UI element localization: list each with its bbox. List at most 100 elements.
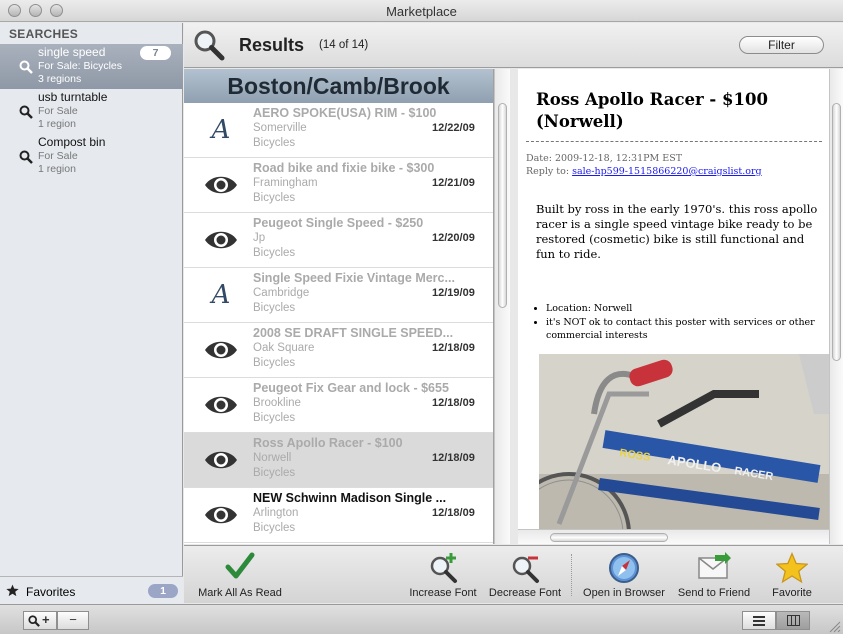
mark-all-read-button[interactable]: Mark All As Read [192,548,288,602]
detail-horizontal-scrollbar[interactable] [518,529,829,544]
result-location: Somerville [253,122,307,134]
result-category: Bicycles [253,412,296,424]
zoom-out-icon [512,556,539,583]
listing-bullets: Location: Norwell it's NOT ok to contact… [546,302,821,343]
search-item-single-speed[interactable]: single speed For Sale: Bicycles 3 region… [0,44,183,89]
add-search-button[interactable]: + [23,611,57,630]
filter-button[interactable]: Filter [739,36,824,54]
bicycle-image: ROSS APOLLO RACER [539,354,830,529]
result-row[interactable]: Road bike and fixie bike - $300 Framingha… [184,158,493,213]
title-bar: Marketplace [0,0,843,22]
searches-heading: SEARCHES [9,27,79,41]
resize-grip-icon[interactable] [829,621,841,633]
remove-search-button[interactable]: − [57,611,89,630]
results-list: Boston/Camb/Brook A AERO SPOKE(USA) RIM -… [184,69,494,544]
result-location: Norwell [253,452,292,464]
eye-icon [205,231,237,249]
eye-icon [205,451,237,469]
checkmark-icon [225,552,255,579]
search-item-compost-bin[interactable]: Compost bin For Sale 1 region [0,134,183,179]
result-row[interactable]: NEW Schwinn Madison Single ... Arlington B… [184,488,493,543]
result-location: Oak Square [253,342,315,354]
results-title: Results [239,35,305,55]
result-row[interactable]: Peugeot Fix Gear and lock - $655 Brooklin… [184,378,493,433]
result-row[interactable]: A AERO SPOKE(USA) RIM - $100 Somerville Bic… [184,103,493,158]
eye-icon [205,176,237,194]
increase-font-label: Increase Font [409,587,477,599]
result-title: Road bike and fixie bike - $300 [253,161,435,175]
result-date: 12/18/09 [432,342,475,354]
result-location: Framingham [253,177,318,189]
search-name: Compost bin [38,135,106,149]
increase-font-button[interactable]: Increase Font [405,548,481,602]
star-icon [776,552,808,584]
result-location: Jp [253,232,266,244]
reply-label: Reply to: [526,166,570,177]
list-scrollbar[interactable] [494,69,510,544]
status-bar: + − [0,604,843,634]
bullet-location: Location: Norwell [546,302,821,315]
result-title: 2008 SE DRAFT SINGLE SPEED... [253,326,454,340]
magnifier-icon [19,105,33,119]
result-date: 12/20/09 [432,232,475,244]
bike-photo: ROSS APOLLO RACER [539,354,830,529]
column-view-button[interactable] [776,611,810,630]
reply-to: Reply to: sale-hp599-1515866220@craigsli… [526,166,762,177]
result-title: AERO SPOKE(USA) RIM - $100 [253,106,437,120]
result-title: Single Speed Fixie Vintage Merc... [253,271,455,285]
result-location: Cambridge [253,287,310,299]
region-header: Boston/Camb/Brook [184,69,493,103]
window-title: Marketplace [386,4,457,19]
result-category: Bicycles [253,522,296,534]
list-view-button[interactable] [742,611,776,630]
column-view-icon [787,615,800,626]
font-icon: A [211,280,231,310]
magnifier-icon [19,150,33,164]
result-row[interactable]: Peugeot Single Speed - $250 Jp Bicycles 12/… [184,213,493,268]
magnifier-icon [28,615,40,627]
result-row[interactable]: A Single Speed Fixie Vintage Merc... Cambr… [184,268,493,323]
result-date: 12/22/09 [432,122,475,134]
listing-title: Ross Apollo Racer - $100 (Norwell) [536,90,768,131]
reply-email-link[interactable]: sale-hp599-1515866220@craigslist.org [572,166,762,177]
send-to-friend-button[interactable]: Send to Friend [672,548,756,602]
decrease-font-button[interactable]: Decrease Font [485,548,565,602]
result-date: 12/21/09 [432,177,475,189]
listing-date: Date: 2009-12-18, 12:31PM EST [526,153,683,164]
detail-vertical-scrollbar[interactable] [829,69,843,544]
result-title: Peugeot Single Speed - $250 [253,216,424,230]
result-location: Arlington [253,507,299,519]
favorites-item[interactable]: Favorites 1 [0,576,183,604]
result-date: 12/18/09 [432,397,475,409]
favorite-button[interactable]: Favorite [762,548,822,602]
search-regions: 1 region [38,163,76,175]
toolbar-separator [571,554,572,596]
search-name: usb turntable [38,90,108,104]
scroll-thumb[interactable] [550,533,668,542]
list-view-icon [753,616,765,626]
result-row[interactable]: Ross Apollo Racer - $100 Norwell Bicycles 1… [184,433,493,488]
send-to-friend-label: Send to Friend [677,587,751,599]
scroll-thumb[interactable] [832,103,841,361]
result-location: Brookline [253,397,301,409]
search-name: single speed [38,45,106,59]
search-item-usb-turntable[interactable]: usb turntable For Sale 1 region [0,89,183,134]
results-count: (14 of 14) [319,39,369,51]
open-in-browser-button[interactable]: Open in Browser [578,548,670,602]
favorites-label: Favorites [26,585,76,599]
search-category: For Sale: Bicycles [38,60,123,72]
result-title: NEW Schwinn Madison Single ... [253,491,447,505]
result-category: Bicycles [253,192,296,204]
result-row[interactable]: 2008 SE DRAFT SINGLE SPEED... Oak Square B… [184,323,493,378]
magnifier-icon [19,60,33,74]
scroll-thumb[interactable] [498,103,507,308]
zoom-in-icon [430,553,457,583]
result-title: Peugeot Fix Gear and lock - $655 [253,381,449,395]
result-category: Bicycles [253,357,296,369]
sidebar: SEARCHES single speed For Sale: Bicycles… [0,23,183,604]
result-category: Bicycles [253,302,296,314]
listing-detail: Ross Apollo Racer - $100 (Norwell) Date:… [518,69,830,529]
favorite-label: Favorite [772,587,812,599]
magnifier-icon [194,30,225,61]
favorites-count-badge: 1 [148,584,178,598]
